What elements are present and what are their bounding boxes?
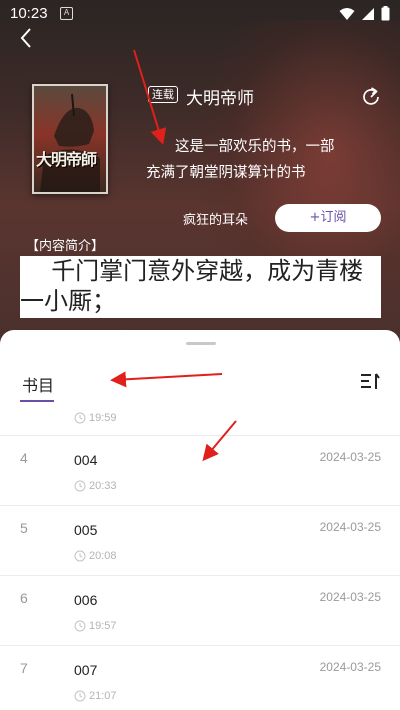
- clock-icon: [74, 480, 86, 492]
- chapter-index: 6: [20, 590, 28, 606]
- chapter-time: 20:33: [74, 480, 117, 492]
- chapter-time-text: 20:08: [89, 550, 117, 562]
- share-icon: [363, 87, 379, 105]
- clock-icon: [74, 690, 86, 702]
- list-item[interactable]: 7 007 2024-03-25 21:07: [0, 645, 400, 710]
- chapter-name: 004: [74, 452, 98, 468]
- wifi-icon: [339, 7, 355, 20]
- chapter-time: 19:57: [74, 620, 117, 632]
- status-time: 10:23: [10, 5, 48, 22]
- tab-toc[interactable]: 书目: [22, 372, 54, 396]
- sort-icon: [361, 373, 380, 389]
- author-name[interactable]: 疯狂的耳朵: [183, 209, 248, 228]
- intro-label: 【内容简介】: [26, 239, 105, 254]
- book-description: 这是一部欢乐的书，一部充满了朝堂阴谋算计的书: [146, 139, 335, 181]
- intro-text: 千门掌门意外穿越，成为青楼一小厮；: [20, 256, 381, 318]
- chapter-time-text: 19:59: [89, 412, 117, 424]
- chapter-index: 4: [20, 450, 28, 466]
- sheet-handle[interactable]: [186, 342, 216, 345]
- chapter-index: 5: [20, 520, 28, 536]
- chapter-time-text: 19:57: [89, 620, 117, 632]
- list-item[interactable]: 6 006 2024-03-25 19:57: [0, 575, 400, 645]
- subscribe-button[interactable]: +订阅: [275, 204, 381, 232]
- chapter-time: 19:59: [74, 412, 117, 424]
- list-item[interactable]: 4 004 2024-03-25 20:33: [0, 435, 400, 505]
- sort-button[interactable]: [358, 370, 382, 394]
- chapter-time-text: 21:07: [89, 690, 117, 702]
- back-arrow-icon: [20, 28, 31, 48]
- clock-icon: [74, 620, 86, 632]
- notification-icon: A: [60, 7, 73, 20]
- chapter-index: 7: [20, 660, 28, 676]
- serial-badge: 连载: [148, 86, 178, 103]
- back-button[interactable]: [14, 25, 40, 51]
- chapter-time: 20:08: [74, 550, 117, 562]
- battery-icon: [381, 6, 390, 21]
- chapter-name: 006: [74, 592, 98, 608]
- list-item[interactable]: 19:59: [0, 408, 400, 435]
- list-item[interactable]: 5 005 2024-03-25 20:08: [0, 505, 400, 575]
- book-cover[interactable]: 大明帝師: [32, 84, 108, 194]
- share-button[interactable]: [360, 86, 382, 108]
- status-icons: [339, 6, 390, 21]
- clock-icon: [74, 550, 86, 562]
- chapter-date: 2024-03-25: [319, 520, 381, 534]
- chapter-time-text: 20:33: [89, 480, 117, 492]
- chapter-time: 21:07: [74, 690, 117, 702]
- chapter-name: 007: [74, 662, 98, 678]
- book-title: 大明帝师: [186, 89, 254, 109]
- cover-art: 大明帝師: [34, 86, 106, 192]
- chapter-name: 005: [74, 522, 98, 538]
- tab-underline: [20, 400, 54, 402]
- chapter-date: 2024-03-25: [319, 450, 381, 464]
- cover-rider-art: [40, 93, 100, 192]
- book-header: 10:23 A 大明帝師 连载 大明帝师 这是一部欢乐的书，一部充满了朝堂阴谋算…: [0, 0, 400, 345]
- chapter-date: 2024-03-25: [319, 660, 381, 674]
- clock-icon: [74, 412, 86, 424]
- cover-title: 大明帝師: [36, 150, 97, 169]
- status-bar: 10:23 A: [0, 0, 400, 28]
- toc-sheet: 书目 19:59 4 004 2024-03-25 20:33 5 005 20…: [0, 330, 400, 710]
- signal-icon: [362, 7, 374, 20]
- chapter-date: 2024-03-25: [319, 590, 381, 604]
